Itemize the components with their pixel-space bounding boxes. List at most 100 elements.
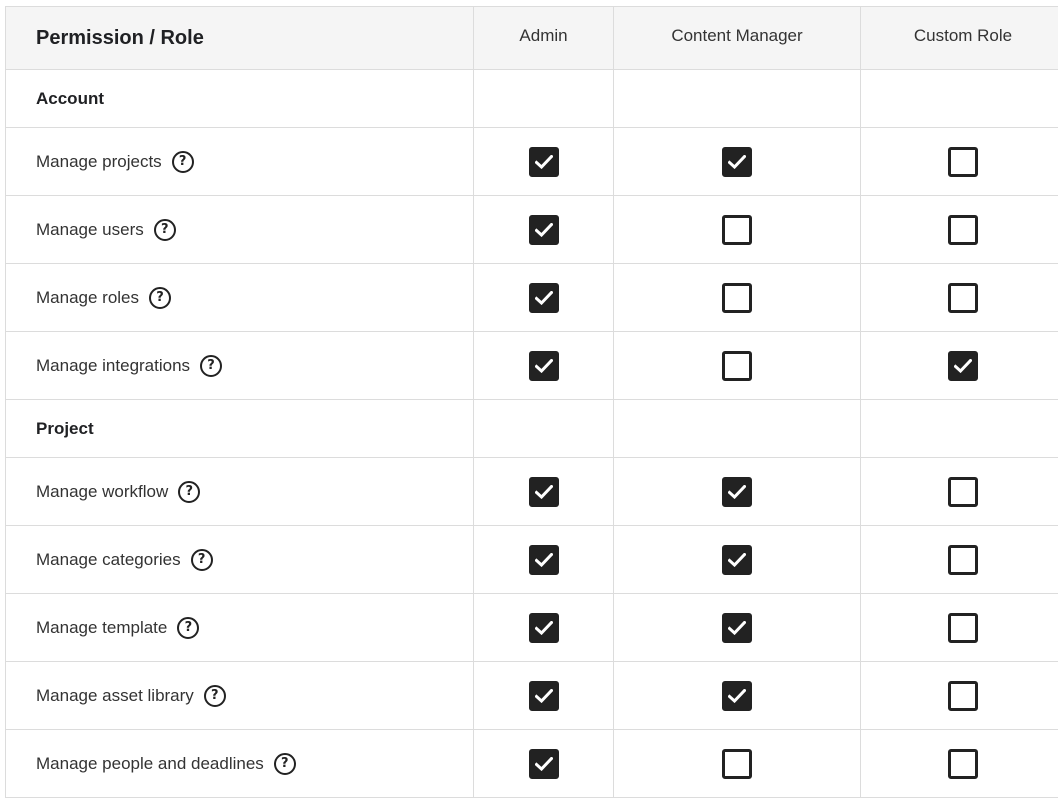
section-row: Account [6, 70, 1058, 128]
table-row: Manage people and deadlines? [6, 730, 1058, 798]
header-role-admin: Admin [474, 7, 614, 69]
checkbox-cell-custom-role [861, 332, 1058, 399]
header-permission-role: Permission / Role [6, 7, 474, 69]
section-empty-cell [861, 70, 1058, 127]
checkbox-cell-content-manager [614, 458, 861, 525]
checkmark-icon [728, 620, 746, 635]
permission-checkbox-admin[interactable] [528, 748, 559, 779]
permission-label-cell: Manage people and deadlines? [6, 730, 474, 797]
checkbox-cell-admin [474, 458, 614, 525]
permission-label-cell: Manage template? [6, 594, 474, 661]
permission-checkbox-custom-role[interactable] [948, 350, 978, 381]
section-empty-cell [474, 70, 614, 127]
checkbox-cell-custom-role [861, 594, 1058, 661]
permission-checkbox-custom-role[interactable] [948, 146, 978, 177]
question-circle-icon[interactable]: ? [178, 480, 201, 503]
permission-checkbox-content-manager[interactable] [722, 146, 752, 177]
permission-label-cell: Manage asset library? [6, 662, 474, 729]
permission-checkbox-custom-role[interactable] [948, 544, 978, 575]
checkbox-cell-content-manager [614, 196, 861, 263]
checkbox-cell-custom-role [861, 264, 1058, 331]
header-role-content-manager: Content Manager [614, 7, 861, 69]
permission-label-cell: Manage projects? [6, 128, 474, 195]
checkbox-cell-admin [474, 332, 614, 399]
checkbox-cell-content-manager [614, 264, 861, 331]
permission-checkbox-admin[interactable] [528, 680, 559, 711]
checkbox-cell-content-manager [614, 662, 861, 729]
table-row: Manage integrations? [6, 332, 1058, 400]
permission-checkbox-custom-role[interactable] [948, 282, 978, 313]
permission-label: Manage users [36, 219, 144, 239]
permission-checkbox-admin[interactable] [528, 612, 559, 643]
permission-label-cell: Manage users? [6, 196, 474, 263]
checkmark-icon [534, 620, 553, 635]
permission-checkbox-content-manager[interactable] [722, 748, 752, 779]
checkbox-cell-admin [474, 196, 614, 263]
checkbox-cell-content-manager [614, 128, 861, 195]
permission-checkbox-content-manager[interactable] [722, 544, 752, 575]
permission-checkbox-content-manager[interactable] [722, 282, 752, 313]
table-row: Manage categories? [6, 526, 1058, 594]
checkbox-cell-admin [474, 594, 614, 661]
permission-label-cell: Manage roles? [6, 264, 474, 331]
permission-label: Manage roles [36, 287, 140, 307]
checkbox-cell-custom-role [861, 458, 1058, 525]
permission-checkbox-content-manager[interactable] [722, 680, 752, 711]
permission-checkbox-custom-role[interactable] [948, 748, 978, 779]
checkmark-icon [728, 688, 746, 703]
checkmark-icon [728, 552, 746, 567]
permission-checkbox-admin[interactable] [528, 282, 559, 313]
permission-checkbox-admin[interactable] [528, 544, 559, 575]
permission-label: Manage asset library [36, 685, 194, 705]
permission-checkbox-custom-role[interactable] [948, 612, 978, 643]
checkbox-cell-content-manager [614, 730, 861, 797]
table-row: Manage workflow? [6, 458, 1058, 526]
permission-checkbox-custom-role[interactable] [948, 476, 978, 507]
checkmark-icon [534, 290, 553, 305]
checkbox-cell-custom-role [861, 196, 1058, 263]
question-circle-icon[interactable]: ? [200, 354, 223, 377]
question-circle-icon[interactable]: ? [153, 218, 176, 241]
permission-label-cell: Manage integrations? [6, 332, 474, 399]
table-header-row: Permission / Role Admin Content Manager … [6, 7, 1058, 70]
permission-checkbox-admin[interactable] [528, 476, 559, 507]
permission-checkbox-custom-role[interactable] [948, 680, 978, 711]
permission-label-cell: Manage workflow? [6, 458, 474, 525]
checkbox-cell-custom-role [861, 662, 1058, 729]
permission-checkbox-content-manager[interactable] [722, 476, 752, 507]
permission-checkbox-custom-role[interactable] [948, 214, 978, 245]
question-circle-icon[interactable]: ? [190, 548, 213, 571]
header-role-custom-role: Custom Role [861, 7, 1058, 69]
question-circle-icon[interactable]: ? [149, 286, 172, 309]
question-circle-icon[interactable]: ? [203, 684, 226, 707]
question-circle-icon[interactable]: ? [273, 752, 296, 775]
checkbox-cell-admin [474, 264, 614, 331]
checkmark-icon [534, 222, 553, 237]
checkbox-cell-admin [474, 128, 614, 195]
checkmark-icon [534, 484, 553, 499]
permission-label: Manage projects [36, 151, 162, 171]
permission-label: Manage people and deadlines [36, 753, 264, 773]
checkbox-cell-admin [474, 730, 614, 797]
permission-checkbox-admin[interactable] [528, 350, 559, 381]
permissions-table: Permission / Role Admin Content Manager … [5, 6, 1058, 798]
table-row: Manage asset library? [6, 662, 1058, 730]
permission-checkbox-content-manager[interactable] [722, 612, 752, 643]
question-circle-icon[interactable]: ? [177, 616, 200, 639]
permission-checkbox-content-manager[interactable] [722, 214, 752, 245]
section-row: Project [6, 400, 1058, 458]
table-body: Account Manage projects? Manage users? Mana… [6, 70, 1058, 798]
permission-label: Manage categories [36, 549, 181, 569]
permission-checkbox-admin[interactable] [528, 214, 559, 245]
checkmark-icon [954, 358, 972, 373]
table-row: Manage users? [6, 196, 1058, 264]
permission-checkbox-admin[interactable] [528, 146, 559, 177]
checkmark-icon [534, 688, 553, 703]
checkmark-icon [728, 484, 746, 499]
section-empty-cell [861, 400, 1058, 457]
table-row: Manage projects? [6, 128, 1058, 196]
permission-label: Manage template [36, 617, 168, 637]
checkmark-icon [534, 154, 553, 169]
question-circle-icon[interactable]: ? [171, 150, 194, 173]
permission-checkbox-content-manager[interactable] [722, 350, 752, 381]
